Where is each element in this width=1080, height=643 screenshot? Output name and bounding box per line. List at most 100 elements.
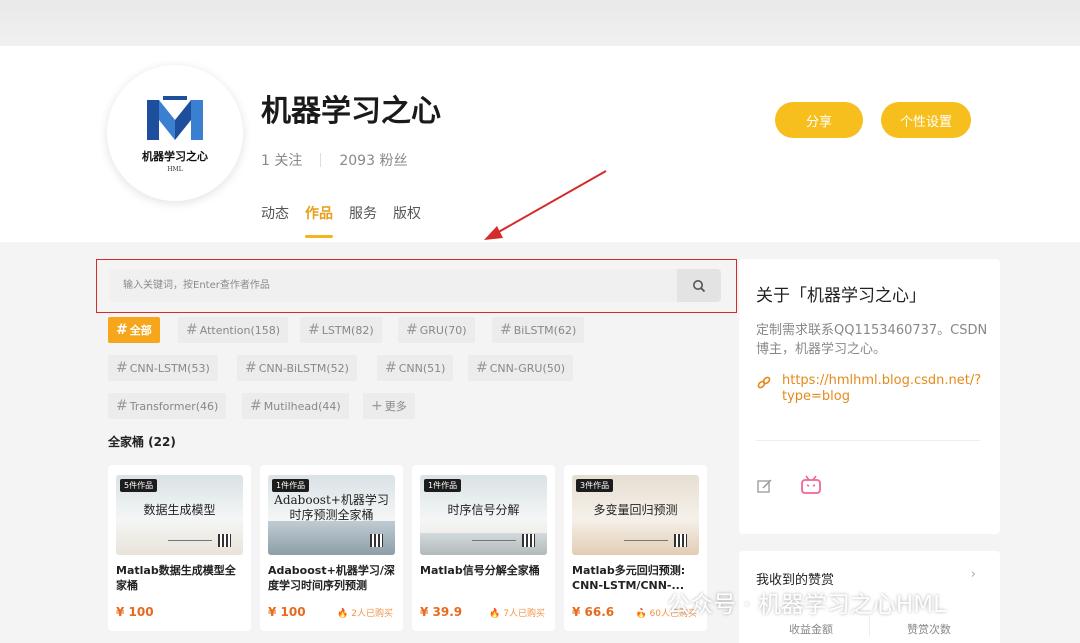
tag-label: GRU(70)	[419, 323, 467, 337]
hash-icon: #	[250, 398, 262, 414]
tag-cnn[interactable]: # CNN(51)	[377, 355, 454, 381]
thumbnail-line	[624, 540, 668, 541]
panel-divider	[756, 440, 980, 441]
following-count[interactable]: 1 关注	[261, 150, 302, 170]
tag-cnn-gru[interactable]: # CNN-GRU(50)	[468, 355, 574, 381]
search-button[interactable]	[677, 269, 721, 302]
tag-label: 全部	[129, 324, 152, 337]
hash-icon: #	[116, 360, 128, 376]
tag-gru[interactable]: # GRU(70)	[398, 317, 475, 343]
thumbnail-title: 时序信号分解	[447, 503, 520, 517]
tag-label: CNN-BiLSTM(52)	[258, 361, 349, 375]
search-bar	[109, 269, 721, 302]
hash-icon: #	[245, 360, 257, 376]
product-card[interactable]: 1件作品 Adaboost+机器学习 时序预测全家桶 Adaboost+机器学习/…	[260, 465, 403, 631]
card-price: ¥ 100	[116, 605, 154, 619]
search-input[interactable]	[109, 269, 677, 302]
card-thumbnail: 1件作品 Adaboost+机器学习 时序预测全家桶	[268, 475, 395, 555]
thumbnail-title-line1: Adaboost+机器学习	[274, 493, 389, 507]
tag-label: Mutilhead(44)	[263, 399, 341, 413]
thumbnail-title-line2: 时序预测全家桶	[289, 508, 374, 522]
thumbnail-title: Adaboost+机器学习 时序预测全家桶	[268, 493, 395, 523]
thumbnail-title: 数据生成模型	[143, 503, 216, 517]
edit-button[interactable]	[756, 477, 774, 499]
purchase-count-text: 2人已购买	[351, 609, 393, 619]
tag-label: CNN(51)	[398, 361, 446, 375]
fans-count[interactable]: 2093 粉丝	[339, 150, 407, 170]
logo-subtext: HML	[167, 165, 183, 173]
thumbnail-line	[472, 540, 516, 541]
bilibili-button[interactable]	[800, 475, 822, 499]
blog-link[interactable]: https://hmlhml.blog.csdn.net/?type=blog	[782, 373, 982, 405]
share-button[interactable]: 分享	[775, 102, 863, 138]
thumbnail-title: 多变量回归预测	[593, 503, 678, 517]
bilibili-icon	[801, 475, 821, 494]
rewards-amount-label: 收益金额	[789, 623, 833, 636]
item-count-badge: 3件作品	[576, 479, 614, 492]
tag-all[interactable]: # 全部	[108, 317, 160, 343]
tag-attention[interactable]: # Attention(158)	[178, 317, 289, 343]
search-icon	[693, 279, 706, 292]
card-price: ¥ 100	[268, 605, 306, 619]
page-title: 机器学习之心	[261, 94, 441, 129]
card-title: Matlab信号分解全家桶	[420, 564, 540, 577]
card-title: Adaboost+机器学习/深度学习时间序列预测	[268, 564, 395, 592]
item-count-badge: 1件作品	[272, 479, 310, 492]
purchase-count-text: 7人已购买	[503, 609, 545, 619]
tag-label: BiLSTM(62)	[513, 323, 577, 337]
card-title: Matlab数据生成模型全家桶	[116, 564, 236, 592]
tab-works[interactable]: 作品	[305, 203, 333, 238]
logo-text: 机器学习之心	[142, 149, 208, 163]
avatar[interactable]: 机器学习之心 HML	[107, 65, 243, 201]
item-count-badge: 1件作品	[424, 479, 462, 492]
tag-label: CNN-LSTM(53)	[129, 361, 210, 375]
hash-icon: #	[500, 322, 512, 338]
watermark-text: 公众号 · 机器学习之心HML	[667, 592, 946, 618]
hash-icon: #	[116, 322, 128, 338]
tag-bilstm[interactable]: # BiLSTM(62)	[492, 317, 585, 343]
tag-label: CNN-GRU(50)	[489, 361, 566, 375]
link-icon	[757, 376, 771, 389]
plus-icon: +	[371, 398, 383, 414]
tag-cnn-bilstm[interactable]: # CNN-BiLSTM(52)	[237, 355, 357, 381]
about-panel: 关于「机器学习之心」 定制需求联系QQ1153460737。CSDN博主，机器学…	[739, 259, 1000, 534]
tag-cnn-lstm[interactable]: # CNN-LSTM(53)	[108, 355, 218, 381]
product-card[interactable]: 5件作品 数据生成模型 Matlab数据生成模型全家桶 ¥ 100	[108, 465, 251, 631]
hash-icon: #	[116, 398, 128, 414]
edit-icon	[757, 479, 772, 493]
purchase-count: 🔥 7人已购买	[489, 609, 545, 619]
tab-dynamic[interactable]: 动态	[261, 203, 289, 235]
chevron-right-icon: ›	[970, 567, 976, 582]
tag-transformer[interactable]: # Transformer(46)	[108, 393, 227, 419]
tag-label: Transformer(46)	[129, 399, 219, 413]
settings-button[interactable]: 个性设置	[881, 102, 971, 138]
purchase-count: 🔥 2人已购买	[337, 609, 393, 619]
tag-lstm[interactable]: # LSTM(82)	[300, 317, 382, 343]
tab-services[interactable]: 服务	[349, 203, 377, 235]
hash-icon: #	[308, 322, 320, 338]
section-title: 全家桶 (22)	[108, 435, 176, 449]
thumbnail-line	[168, 540, 212, 541]
product-card[interactable]: 1件作品 时序信号分解 Matlab信号分解全家桶 ¥ 39.9 🔥 7人已购买	[412, 465, 555, 631]
tab-copyright[interactable]: 版权	[393, 203, 421, 235]
tag-more[interactable]: + 更多	[363, 393, 415, 419]
profile-tabs: 动态 作品 服务 版权	[261, 203, 421, 238]
qr-code-icon	[370, 534, 383, 547]
stats-divider	[320, 153, 322, 167]
card-thumbnail: 3件作品 多变量回归预测	[572, 475, 699, 555]
wechat-icon	[620, 592, 652, 612]
top-band	[0, 0, 1080, 46]
blog-link-row: https://hmlhml.blog.csdn.net/?type=blog	[756, 373, 982, 405]
card-price: ¥ 66.6	[572, 605, 615, 619]
hash-icon: #	[186, 322, 198, 338]
tag-label: LSTM(82)	[321, 323, 374, 337]
hash-icon: #	[476, 360, 488, 376]
tag-mutilhead[interactable]: # Mutilhead(44)	[242, 393, 349, 419]
tag-label: 更多	[384, 400, 407, 413]
hash-icon: #	[406, 322, 418, 338]
qr-code-icon	[218, 534, 231, 547]
card-price: ¥ 39.9	[420, 605, 463, 619]
tag-label: Attention(158)	[199, 323, 281, 337]
logo-icon	[147, 95, 203, 140]
hash-icon: #	[385, 360, 397, 376]
